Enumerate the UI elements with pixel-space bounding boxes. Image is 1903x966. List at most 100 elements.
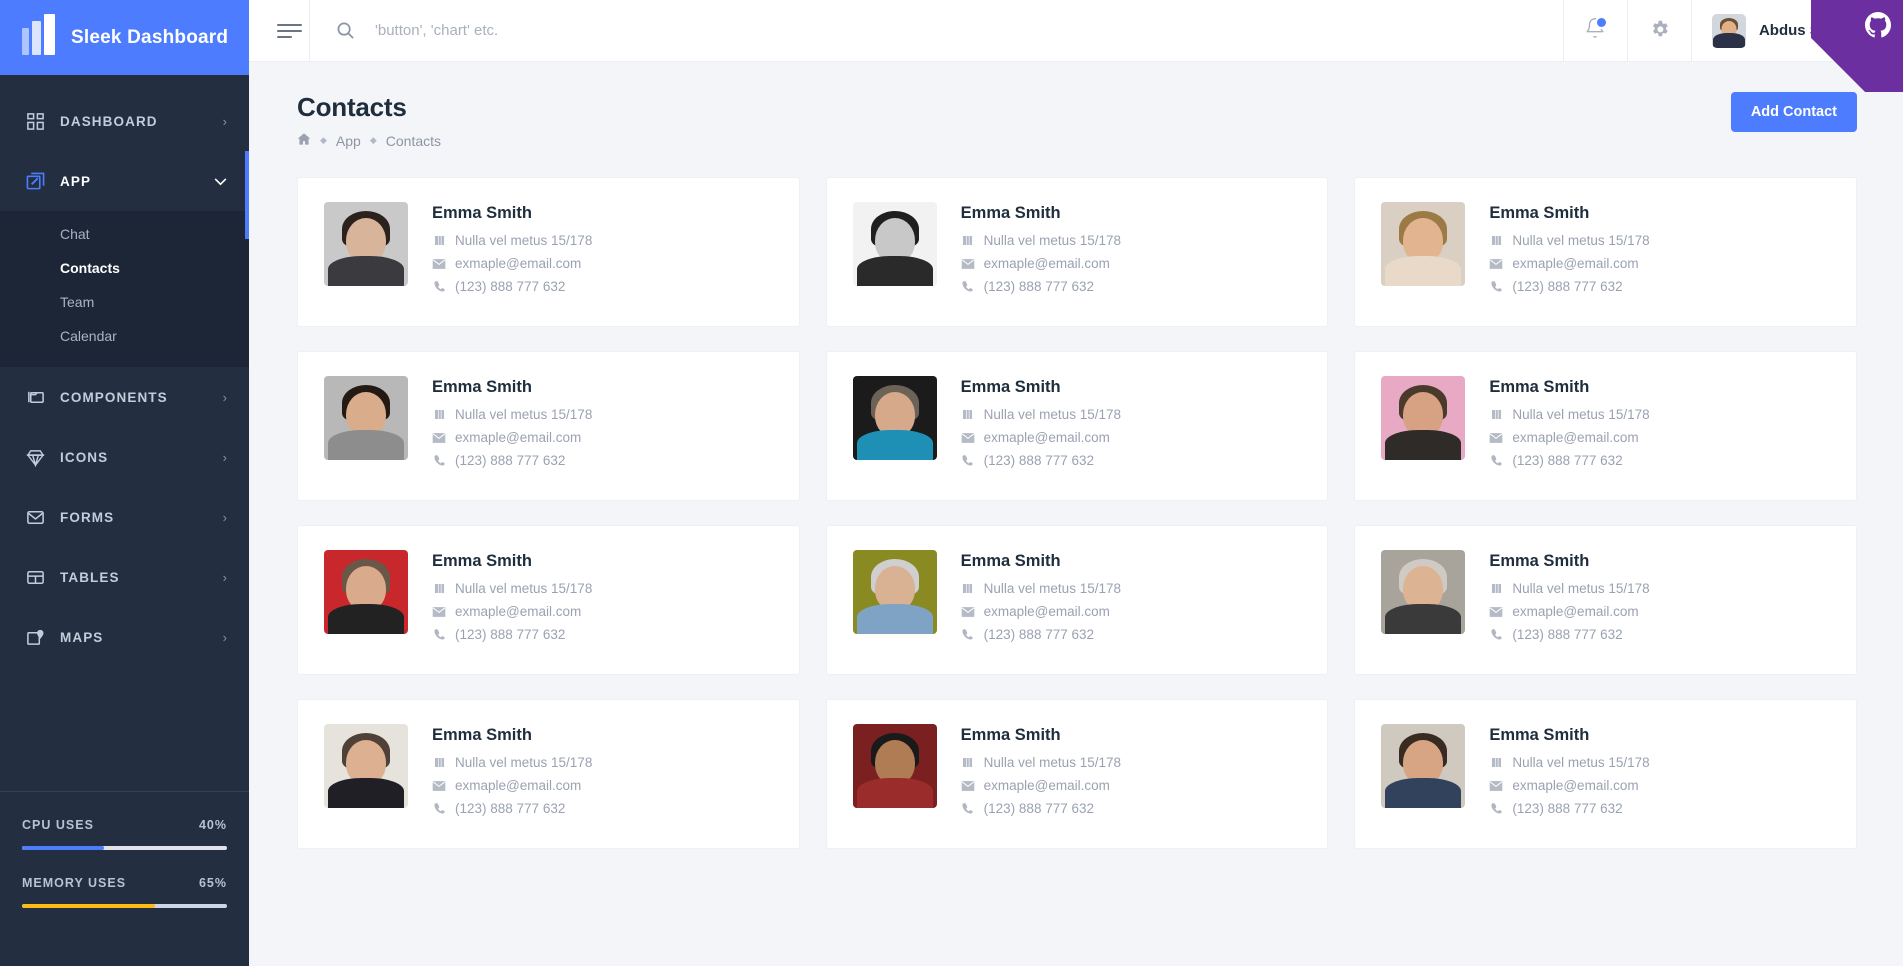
breadcrumb: ◆ App ◆ Contacts — [297, 132, 441, 149]
contact-email-row: exmaple@email.com — [1489, 604, 1649, 619]
contact-phone[interactable]: (123) 888 777 632 — [984, 801, 1094, 816]
breadcrumb-separator: ◆ — [320, 135, 327, 145]
contact-phone[interactable]: (123) 888 777 632 — [455, 279, 565, 294]
contact-email[interactable]: exmaple@email.com — [455, 430, 581, 445]
page-header: Contacts ◆ App ◆ Contacts Add Contact — [297, 92, 1857, 149]
envelope-icon — [26, 508, 60, 527]
contact-card[interactable]: Emma Smith Nulla vel metus 15/178 exmaple@… — [297, 699, 800, 849]
breadcrumb-item-contacts[interactable]: Contacts — [386, 133, 441, 149]
phone-icon — [961, 280, 975, 293]
add-contact-button[interactable]: Add Contact — [1730, 92, 1857, 132]
notification-badge — [1594, 15, 1608, 29]
contact-card[interactable]: Emma Smith Nulla vel metus 15/178 exmaple@… — [825, 699, 1329, 849]
contact-address-row: Nulla vel metus 15/178 — [1489, 755, 1650, 770]
sidebar-subitem-contacts[interactable]: Contacts — [0, 251, 249, 285]
contact-phone[interactable]: (123) 888 777 632 — [1512, 627, 1622, 642]
envelope-icon — [1489, 605, 1503, 619]
contact-email[interactable]: exmaple@email.com — [1512, 430, 1638, 445]
contact-card[interactable]: Emma Smith Nulla vel metus 15/178 exmaple@… — [825, 351, 1329, 501]
phone-icon — [961, 802, 975, 815]
sidebar-subitem-calendar[interactable]: Calendar — [0, 319, 249, 353]
contact-phone[interactable]: (123) 888 777 632 — [1512, 801, 1622, 816]
settings-button[interactable] — [1626, 0, 1691, 62]
contact-email[interactable]: exmaple@email.com — [984, 778, 1110, 793]
github-corner[interactable] — [1811, 0, 1903, 92]
contact-email[interactable]: exmaple@email.com — [984, 256, 1110, 271]
contact-address-row: Nulla vel metus 15/178 — [1489, 407, 1650, 422]
contact-details: Emma Smith Nulla vel metus 15/178 exmaple@… — [432, 724, 592, 824]
book-logo-icon — [22, 13, 55, 55]
search-icon — [336, 21, 355, 40]
search-input[interactable] — [375, 22, 895, 39]
contact-name: Emma Smith — [1489, 552, 1590, 570]
contact-phone[interactable]: (123) 888 777 632 — [984, 453, 1094, 468]
map-marker-icon — [432, 408, 446, 421]
hamburger-icon[interactable] — [249, 23, 309, 38]
contact-name: Emma Smith — [960, 378, 1061, 396]
contact-email-row: exmaple@email.com — [1489, 778, 1649, 793]
contact-card[interactable]: Emma Smith Nulla vel metus 15/178 exmaple@… — [1354, 351, 1857, 501]
cpu-usage: CPU USES 40% — [22, 818, 227, 850]
contact-phone[interactable]: (123) 888 777 632 — [984, 279, 1094, 294]
contact-email[interactable]: exmaple@email.com — [984, 430, 1110, 445]
contact-avatar — [324, 202, 408, 286]
avatar — [1711, 13, 1746, 48]
topbar: Abdus Salam — [249, 0, 1903, 92]
envelope-icon — [432, 257, 446, 271]
contact-phone[interactable]: (123) 888 777 632 — [455, 453, 565, 468]
home-icon[interactable] — [297, 132, 311, 149]
contact-card[interactable]: Emma Smith Nulla vel metus 15/178 exmaple@… — [1354, 699, 1857, 849]
contact-email[interactable]: exmaple@email.com — [1512, 604, 1638, 619]
contact-email-row: exmaple@email.com — [961, 778, 1121, 793]
phone-icon — [432, 628, 446, 641]
contact-phone[interactable]: (123) 888 777 632 — [1512, 453, 1622, 468]
cpu-usage-label: CPU USES — [22, 818, 94, 832]
notifications-button[interactable] — [1562, 0, 1627, 62]
contact-card[interactable]: Emma Smith Nulla vel metus 15/178 exmaple@… — [825, 177, 1329, 327]
phone-icon — [1489, 280, 1503, 293]
contact-card[interactable]: Emma Smith Nulla vel metus 15/178 exmaple@… — [825, 525, 1329, 675]
contact-card[interactable]: Emma Smith Nulla vel metus 15/178 exmaple@… — [1354, 525, 1857, 675]
sidebar-item-forms[interactable]: FORMS › — [0, 487, 249, 547]
sidebar-item-dashboard[interactable]: DASHBOARD › — [0, 91, 249, 151]
contact-email[interactable]: exmaple@email.com — [984, 604, 1110, 619]
contact-phone[interactable]: (123) 888 777 632 — [455, 627, 565, 642]
sidebar-subitem-chat[interactable]: Chat — [0, 217, 249, 251]
contact-card[interactable]: Emma Smith Nulla vel metus 15/178 exmaple@… — [297, 351, 800, 501]
contact-email[interactable]: exmaple@email.com — [455, 256, 581, 271]
contact-phone[interactable]: (123) 888 777 632 — [984, 627, 1094, 642]
contact-details: Emma Smith Nulla vel metus 15/178 exmaple@… — [961, 724, 1121, 824]
contact-email[interactable]: exmaple@email.com — [455, 604, 581, 619]
contact-address: Nulla vel metus 15/178 — [1512, 581, 1650, 596]
sidebar-item-app[interactable]: APP — [0, 151, 249, 239]
contact-email[interactable]: exmaple@email.com — [1512, 256, 1638, 271]
sidebar-subitem-team[interactable]: Team — [0, 285, 249, 319]
sidebar-item-components[interactable]: COMPONENTS › — [0, 367, 249, 427]
map-marker-icon — [432, 756, 446, 769]
envelope-icon — [432, 779, 446, 793]
envelope-icon — [961, 431, 975, 445]
contact-card[interactable]: Emma Smith Nulla vel metus 15/178 exmaple@… — [1354, 177, 1857, 327]
contact-avatar — [852, 202, 937, 286]
contact-phone[interactable]: (123) 888 777 632 — [455, 801, 565, 816]
contact-email[interactable]: exmaple@email.com — [1512, 778, 1638, 793]
contact-address-row: Nulla vel metus 15/178 — [961, 407, 1121, 422]
contact-card[interactable]: Emma Smith Nulla vel metus 15/178 exmaple@… — [297, 525, 800, 675]
contact-card[interactable]: Emma Smith Nulla vel metus 15/178 exmaple@… — [297, 177, 800, 327]
table-icon — [26, 568, 60, 587]
sidebar-item-tables[interactable]: TABLES › — [0, 547, 249, 607]
map-marker-icon — [961, 408, 975, 421]
sidebar-item-maps[interactable]: MAPS › — [0, 607, 249, 667]
map-marker-icon — [961, 756, 975, 769]
brand[interactable]: Sleek Dashboard — [0, 0, 249, 75]
contact-phone[interactable]: (123) 888 777 632 — [1512, 279, 1622, 294]
breadcrumb-separator: ◆ — [369, 135, 377, 145]
contact-email[interactable]: exmaple@email.com — [455, 778, 581, 793]
edit-square-icon — [26, 172, 60, 191]
contact-name: Emma Smith — [432, 204, 532, 222]
sidebar-item-icons[interactable]: ICONS › — [0, 427, 249, 487]
contact-email-row: exmaple@email.com — [432, 430, 592, 445]
contact-email-row: exmaple@email.com — [961, 430, 1121, 445]
contact-address-row: Nulla vel metus 15/178 — [432, 755, 592, 770]
breadcrumb-item-app[interactable]: App — [336, 133, 361, 149]
